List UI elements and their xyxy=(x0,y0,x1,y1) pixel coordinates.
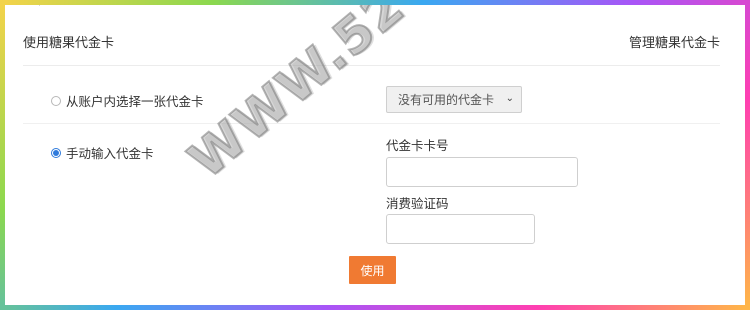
options-divider xyxy=(23,123,720,124)
radio-manual-input[interactable] xyxy=(51,147,61,158)
option-from-account-label: 从账户内选择一张代金卡 xyxy=(66,94,204,109)
option-manual-input-label: 手动输入代金卡 xyxy=(66,146,154,161)
option-from-account[interactable]: 从账户内选择一张代金卡 xyxy=(51,91,204,110)
verify-code-input[interactable] xyxy=(386,214,535,244)
card-number-input[interactable] xyxy=(386,157,578,187)
manage-vouchers-link[interactable]: 管理糖果代金卡 xyxy=(629,32,720,51)
radio-from-account[interactable] xyxy=(51,95,61,106)
voucher-panel: 使用糖果代金卡 管理糖果代金卡 从账户内选择一张代金卡 没有可用的代金卡 ⌄ 手… xyxy=(6,6,744,304)
option-manual-input[interactable]: 手动输入代金卡 xyxy=(51,143,154,162)
voucher-select-value: 没有可用的代金卡 xyxy=(398,93,495,107)
voucher-select[interactable]: 没有可用的代金卡 ⌄ xyxy=(386,86,522,113)
chevron-down-icon: ⌄ xyxy=(505,93,514,104)
use-button[interactable]: 使用 xyxy=(349,256,396,284)
page-title: 使用糖果代金卡 xyxy=(23,36,115,51)
header-divider xyxy=(23,65,720,66)
card-number-label: 代金卡卡号 xyxy=(386,138,449,153)
verify-code-label: 消费验证码 xyxy=(386,196,449,211)
